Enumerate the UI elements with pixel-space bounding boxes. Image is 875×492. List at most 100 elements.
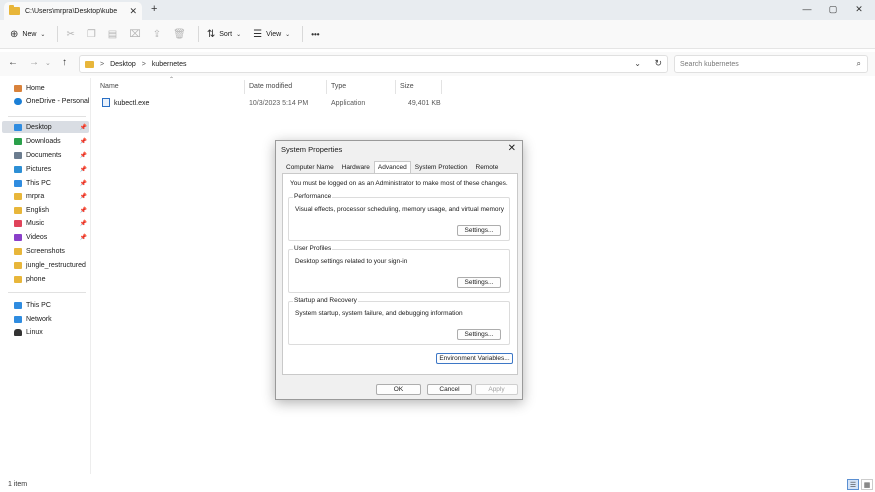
pin-icon[interactable]: 📌 [80,152,87,159]
group-description: Visual effects, processor scheduling, me… [295,206,504,213]
column-separator[interactable] [441,80,442,94]
apply-button[interactable]: Apply [475,384,518,395]
folder-icon [14,247,22,255]
sidebar-item-label: Screenshots [26,247,65,255]
forward-button[interactable]: → [29,57,39,68]
tab-close-icon[interactable]: ✕ [129,6,137,17]
paste-button[interactable]: ▤ [108,29,117,40]
performance-settings-button[interactable]: Settings... [457,225,501,236]
new-tab-button[interactable]: + [151,3,157,15]
column-header-name[interactable]: Name [100,83,119,90]
copy-icon: ❐ [86,28,96,40]
rename-button[interactable]: ⌧ [129,29,141,40]
refresh-icon[interactable]: ↻ [654,58,662,69]
environment-variables-button[interactable]: Environment Variables... [436,353,513,364]
column-header-type[interactable]: Type [331,83,346,90]
startup-recovery-settings-button[interactable]: Settings... [457,329,501,340]
sidebar-item-label: OneDrive - Personal [26,97,90,105]
details-view-button[interactable]: ☰ [847,479,859,490]
more-button[interactable]: ••• [311,30,319,39]
sidebar-item-videos[interactable]: Videos 📌 [2,231,89,243]
pin-icon[interactable]: 📌 [80,124,87,131]
tiles-view-button[interactable]: ▦ [861,479,873,490]
tab-computer-name[interactable]: Computer Name [282,161,338,173]
address-dropdown-icon[interactable]: ⌄ [634,59,641,68]
rename-icon: ⌧ [129,28,141,40]
pin-icon[interactable]: 📌 [80,138,87,145]
column-header-size[interactable]: Size [400,83,414,90]
column-header-date[interactable]: Date modified [249,83,292,90]
user-profiles-group: User Profiles Desktop settings related t… [288,245,510,293]
sidebar-item-onedrive[interactable]: OneDrive - Personal [2,95,89,107]
column-separator[interactable] [395,80,396,94]
sidebar-item-this-pc[interactable]: This PC [2,299,89,311]
breadcrumb-desktop[interactable]: Desktop [110,61,136,68]
sidebar-item-music[interactable]: Music 📌 [2,217,89,229]
recent-dropdown-icon[interactable]: ⌄ [45,59,51,67]
pin-icon[interactable]: 📌 [80,207,87,214]
breadcrumb-kubernetes[interactable]: kubernetes [152,61,187,68]
sidebar-item-phone[interactable]: phone [2,273,89,285]
column-separator[interactable] [326,80,327,94]
file-type: Application [331,100,366,107]
tab-hardware[interactable]: Hardware [338,161,374,173]
group-title: Performance [293,193,333,200]
sidebar-divider [8,292,86,293]
pin-icon[interactable]: 📌 [80,180,87,187]
sidebar-item-this-pc-pinned[interactable]: This PC 📌 [2,177,89,189]
sidebar-item-desktop[interactable]: Desktop 📌 [2,121,89,133]
explorer-tab[interactable]: C:\Users\mrpra\Desktop\kube ✕ [4,2,142,20]
search-input[interactable]: Search kubernetes ⌕ [674,55,868,73]
command-bar: ⊕ New ⌄ ✂ ❐ ▤ ⌧ ⇪ 🗑 ⇅ Sort ⌄ ☰ View ⌄ ••… [0,20,875,49]
user-profiles-settings-button[interactable]: Settings... [457,277,501,288]
tab-remote[interactable]: Remote [472,161,503,173]
close-button[interactable]: ✕ [846,0,872,18]
sidebar-item-jungle-restructured[interactable]: jungle_restructured [2,259,89,271]
cut-button[interactable]: ✂ [66,29,74,40]
sidebar-item-documents[interactable]: Documents 📌 [2,149,89,161]
dialog-close-icon[interactable]: ✕ [508,143,516,154]
file-name[interactable]: kubectl.exe [114,100,149,107]
pin-icon[interactable]: 📌 [80,220,87,227]
sidebar-item-english[interactable]: English 📌 [2,204,89,216]
dialog-tabs: Computer Name Hardware Advanced System P… [282,161,503,174]
delete-button[interactable]: 🗑 [173,29,186,40]
pin-icon[interactable]: 📌 [80,166,87,173]
breadcrumb-separator: > [141,60,146,68]
maximize-button[interactable]: ▢ [820,0,846,18]
sort-button[interactable]: ⇅ Sort ⌄ [207,29,241,40]
navigation-pane: Home OneDrive - Personal Desktop 📌 Downl… [0,78,91,474]
column-separator[interactable] [244,80,245,94]
sidebar-item-screenshots[interactable]: Screenshots [2,245,89,257]
sidebar-item-home[interactable]: Home [2,82,89,94]
pc-icon [14,301,22,309]
sidebar-item-network[interactable]: Network [2,313,89,325]
chevron-down-icon: ⌄ [40,31,46,38]
group-title: Startup and Recovery [293,297,358,304]
pin-icon[interactable]: 📌 [80,234,87,241]
system-properties-dialog: System Properties ✕ Computer Name Hardwa… [275,140,523,400]
sidebar-item-label: This PC [26,179,51,187]
sidebar-item-linux[interactable]: Linux [2,326,89,338]
startup-recovery-group: Startup and Recovery System startup, sys… [288,297,510,345]
tab-system-protection[interactable]: System Protection [411,161,472,173]
linux-icon [14,328,22,336]
address-bar[interactable]: > Desktop > kubernetes ⌄ ↻ [79,55,668,73]
plus-circle-icon: ⊕ [10,28,19,40]
sidebar-item-mrpra[interactable]: mrpra 📌 [2,190,89,202]
new-button[interactable]: ⊕ New ⌄ [10,29,45,40]
back-button[interactable]: ← [8,57,18,68]
ok-button[interactable]: OK [376,384,421,395]
separator [57,26,59,42]
pin-icon[interactable]: 📌 [80,193,87,200]
copy-button[interactable]: ❐ [87,29,96,40]
search-placeholder: Search kubernetes [680,60,739,68]
view-button[interactable]: ☰ View ⌄ [253,29,290,40]
sidebar-item-downloads[interactable]: Downloads 📌 [2,135,89,147]
minimize-button[interactable]: — [794,0,820,18]
sidebar-item-label: Network [26,315,52,323]
share-button[interactable]: ⇪ [153,29,161,40]
cancel-button[interactable]: Cancel [427,384,472,395]
sidebar-item-pictures[interactable]: Pictures 📌 [2,163,89,175]
up-button[interactable]: ↑ [62,57,67,68]
